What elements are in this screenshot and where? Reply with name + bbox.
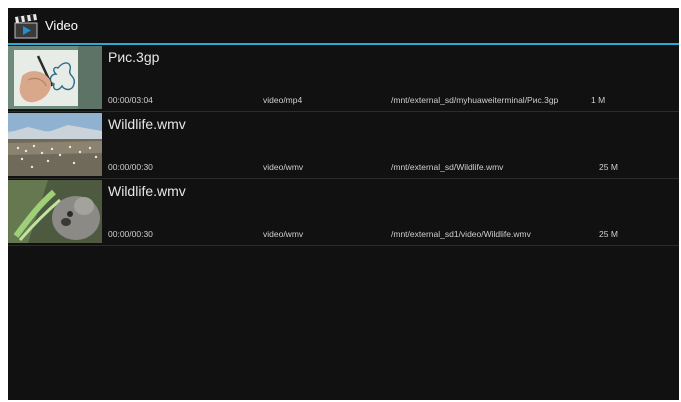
video-title: Wildlife.wmv	[108, 116, 186, 132]
video-player-screen: Video Рис.3gp 00:00/03:04 video/mp4 /mnt…	[8, 8, 679, 400]
video-duration: 00:00/03:04	[108, 95, 153, 105]
video-list-item[interactable]: Wildlife.wmv 00:00/00:30 video/wmv /mnt/…	[8, 179, 679, 246]
video-list-item[interactable]: Рис.3gp 00:00/03:04 video/mp4 /mnt/exter…	[8, 45, 679, 112]
page-title: Video	[45, 18, 79, 33]
video-size: 1 M	[591, 95, 606, 105]
video-mime-type: video/mp4	[263, 95, 303, 105]
video-duration: 00:00/00:30	[108, 162, 153, 172]
video-thumbnail	[8, 46, 102, 109]
video-mime-type: video/wmv	[263, 229, 304, 239]
video-thumbnail	[8, 180, 102, 243]
video-path: /mnt/external_sd1/video/Wildlife.wmv	[391, 229, 531, 239]
video-list-item[interactable]: Wildlife.wmv 00:00/00:30 video/wmv /mnt/…	[8, 112, 679, 179]
video-path: /mnt/external_sd/Wildlife.wmv	[391, 162, 504, 172]
video-mime-type: video/wmv	[263, 162, 304, 172]
video-title: Wildlife.wmv	[108, 183, 186, 199]
clapperboard-icon	[12, 12, 40, 40]
title-bar: Video	[8, 8, 679, 43]
video-thumbnail	[8, 113, 102, 176]
video-path: /mnt/external_sd/myhuaweiterminal/Рис.3g…	[391, 95, 559, 105]
video-title: Рис.3gp	[108, 49, 160, 65]
video-size: 25 M	[599, 162, 618, 172]
video-size: 25 M	[599, 229, 618, 239]
video-duration: 00:00/00:30	[108, 229, 153, 239]
